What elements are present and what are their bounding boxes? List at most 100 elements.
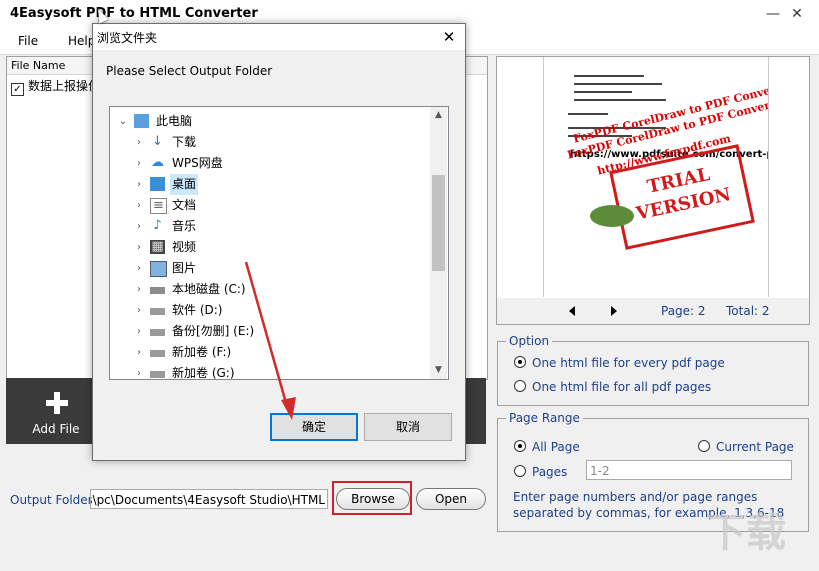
document-icon: ≡: [150, 198, 167, 214]
cancel-button[interactable]: 取消: [364, 413, 452, 441]
minimize-button[interactable]: —: [762, 4, 784, 24]
tree-item[interactable]: › 软件 (D:): [110, 300, 430, 321]
menu-file[interactable]: File: [18, 34, 38, 48]
pages-label: Pages: [532, 465, 568, 479]
scroll-down-icon[interactable]: ▼: [430, 362, 447, 379]
expand-icon[interactable]: ›: [134, 279, 144, 300]
tree-item[interactable]: › ↓ 下载: [110, 132, 430, 153]
radio-selected-icon: [514, 356, 526, 368]
expand-icon[interactable]: ›: [134, 153, 144, 174]
page-range-group-title: Page Range: [506, 411, 583, 425]
tree-item[interactable]: ⌄ 此电脑: [110, 111, 430, 132]
output-folder-input[interactable]: C:\Users\pc\Documents\4Easysoft Studio\H…: [90, 489, 328, 509]
preview-pager: Page: 2 Total: 2: [496, 298, 810, 325]
text-line: [568, 113, 608, 115]
corner-watermark: 下载: [706, 510, 786, 556]
radio-unselected-icon: [514, 465, 526, 477]
dialog-titlebar: 浏览文件夹 ✕: [93, 24, 465, 50]
scroll-up-icon[interactable]: ▲: [430, 107, 447, 124]
tree-item-label: WPS网盘: [172, 156, 223, 170]
dialog-prompt: Please Select Output Folder: [106, 64, 273, 78]
tree-item[interactable]: › 新加卷 (G:): [110, 363, 430, 380]
file-row-label: 数据上报操作: [28, 79, 101, 93]
option-group: Option One html file for every pdf page …: [497, 334, 809, 406]
tree-item[interactable]: › ☁ WPS网盘: [110, 153, 430, 174]
tree-item[interactable]: › 桌面: [110, 174, 430, 195]
pages-input[interactable]: 1-2: [586, 460, 792, 480]
cloud-icon: ☁: [151, 155, 164, 170]
scroll-thumb[interactable]: [432, 175, 445, 271]
music-icon: ♪: [153, 218, 162, 233]
expand-icon[interactable]: ›: [134, 132, 144, 153]
drive-icon: [150, 329, 165, 336]
all-page-label: All Page: [532, 440, 580, 454]
option-group-title: Option: [506, 334, 553, 348]
tree-item[interactable]: › 新加卷 (F:): [110, 342, 430, 363]
app-title: 4Easysoft PDF to HTML Converter: [10, 6, 258, 21]
text-line: [574, 83, 662, 85]
tree-item-label: 新加卷 (F:): [172, 345, 232, 359]
chameleon-logo-icon: [590, 205, 634, 227]
tree-item[interactable]: › 备份[勿删] (E:): [110, 321, 430, 342]
drive-icon: [150, 350, 165, 357]
tree-item[interactable]: › ♪ 音乐: [110, 216, 430, 237]
pages-radio[interactable]: Pages: [514, 465, 567, 479]
expand-icon[interactable]: ›: [134, 363, 144, 379]
expand-icon[interactable]: ›: [134, 300, 144, 321]
output-folder-path: C:\Users\pc\Documents\4Easysoft Studio\H…: [90, 493, 325, 507]
tree-item[interactable]: › 本地磁盘 (C:): [110, 279, 430, 300]
dialog-close-button[interactable]: ✕: [439, 27, 459, 47]
expand-icon[interactable]: ›: [134, 216, 144, 237]
expand-icon[interactable]: ›: [134, 342, 144, 363]
drive-icon: [150, 371, 165, 378]
tree-item-label: 此电脑: [156, 114, 193, 128]
current-page-radio[interactable]: Current Page: [698, 440, 794, 454]
collapse-icon[interactable]: ⌄: [118, 111, 128, 132]
drive-icon: [150, 308, 165, 315]
add-file-label: Add File: [32, 422, 80, 436]
option-all-pages-radio[interactable]: One html file for all pdf pages: [514, 380, 711, 394]
preview-page: https://www.pdfsuite.com/convert-pdf Fox…: [543, 57, 769, 297]
expand-icon[interactable]: ›: [134, 258, 144, 279]
preview-pane: https://www.pdfsuite.com/convert-pdf Fox…: [496, 56, 810, 300]
tree-item-label: 新加卷 (G:): [172, 366, 235, 380]
folder-tree[interactable]: ⌄ 此电脑 › ↓ 下载 › ☁ WPS网盘 › 桌面 › ≡ 文档 › ♪ 音乐 › ▦ 视频 › 图片 › 本地磁盘 (…: [109, 106, 449, 380]
tree-item-label: 本地磁盘 (C:): [172, 282, 246, 296]
option-all-pages-label: One html file for all pdf pages: [532, 380, 712, 394]
browse-button[interactable]: Browse: [336, 488, 410, 510]
text-line: [574, 99, 666, 101]
download-icon: ↓: [152, 134, 163, 149]
radio-unselected-icon: [514, 380, 526, 392]
tree-item[interactable]: › ≡ 文档: [110, 195, 430, 216]
file-row[interactable]: ✓ 数据上报操作: [11, 77, 100, 96]
expand-icon[interactable]: ›: [134, 321, 144, 342]
file-checkbox[interactable]: ✓: [11, 83, 24, 96]
previous-page-icon[interactable]: [569, 306, 575, 316]
ok-button[interactable]: 确定: [270, 413, 358, 441]
current-page-label: Current Page: [716, 440, 794, 454]
expand-icon[interactable]: ›: [134, 237, 144, 258]
radio-unselected-icon: [698, 440, 710, 452]
expand-icon[interactable]: ›: [134, 195, 144, 216]
open-button[interactable]: Open: [416, 488, 486, 510]
computer-icon: [134, 114, 149, 128]
plus-icon: [46, 392, 68, 414]
tree-item[interactable]: › ▦ 视频: [110, 237, 430, 258]
tree-item-label: 软件 (D:): [172, 303, 223, 317]
desktop-icon: [150, 177, 165, 191]
next-page-icon[interactable]: [611, 306, 617, 316]
tree-scrollbar[interactable]: ▲ ▼: [430, 107, 447, 379]
expand-icon[interactable]: ›: [134, 174, 144, 195]
all-page-radio[interactable]: All Page: [514, 440, 580, 454]
option-every-page-label: One html file for every pdf page: [532, 356, 725, 370]
option-every-page-radio[interactable]: One html file for every pdf page: [514, 356, 725, 370]
text-line: [574, 75, 644, 77]
tree-item[interactable]: › 图片: [110, 258, 430, 279]
picture-icon: [150, 261, 167, 277]
total-pages-label: Total: 2: [726, 304, 770, 318]
tree-item-label: 桌面: [170, 174, 199, 195]
close-button[interactable]: ✕: [786, 4, 808, 24]
add-file-button[interactable]: Add File: [6, 378, 106, 444]
radio-selected-icon: [514, 440, 526, 452]
system-drive-icon: [150, 287, 165, 294]
